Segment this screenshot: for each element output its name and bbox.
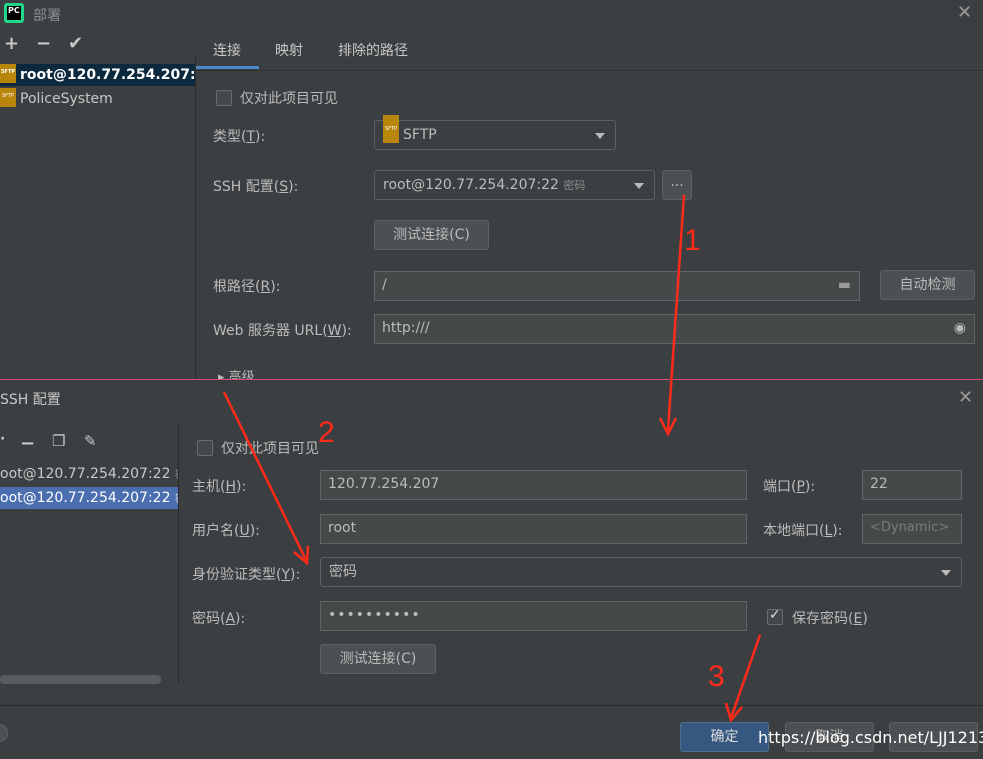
annotation-overlay <box>222 194 762 723</box>
annotation-number-3: 3 <box>708 660 725 693</box>
annotation-number-1: 1 <box>684 224 701 257</box>
annotation-arrow-2 <box>222 391 308 561</box>
annotation-arrow-3 <box>729 634 762 719</box>
annotation-number-2: 2 <box>318 416 335 449</box>
annotation-arrow-1 <box>666 194 686 431</box>
